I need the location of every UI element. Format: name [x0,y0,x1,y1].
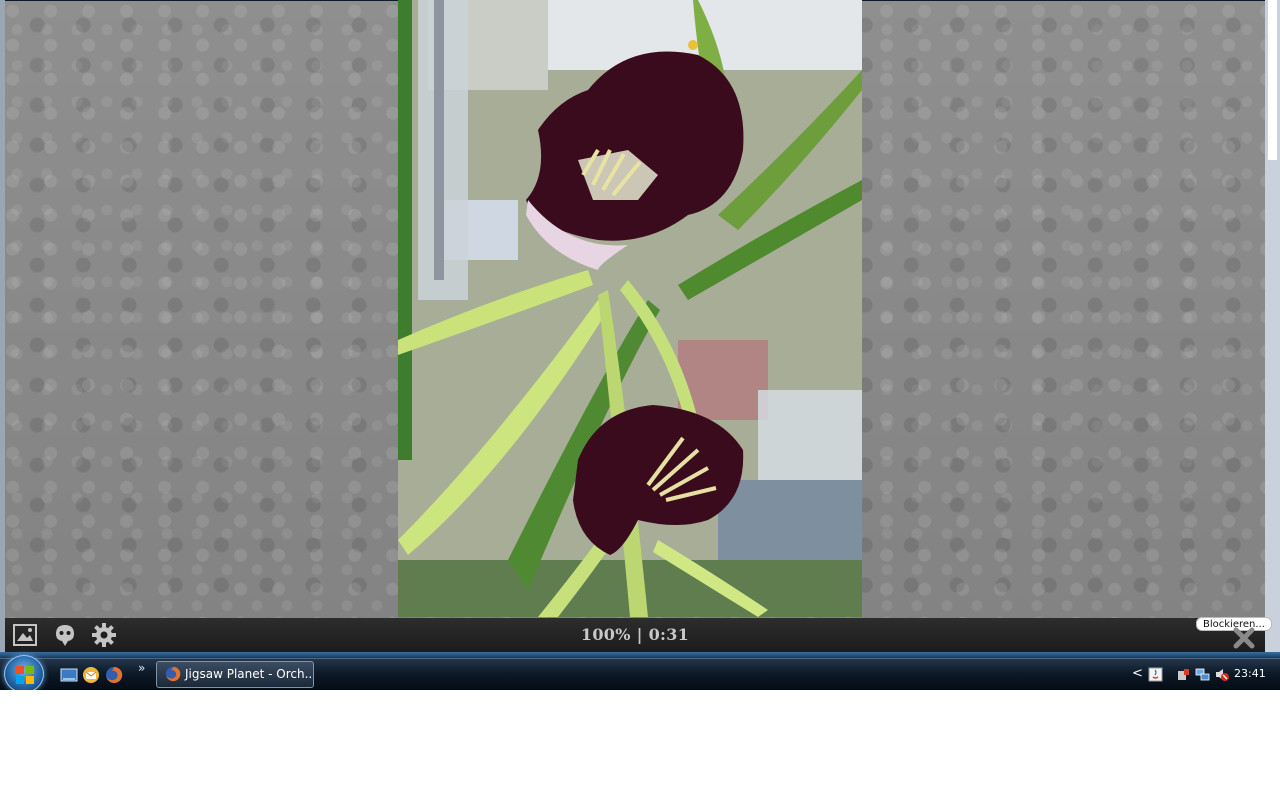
taskbar-clock[interactable]: 23:41 [1234,667,1266,680]
system-tray: < 23:41 [1128,659,1280,690]
quick-launch-more[interactable]: » [138,661,145,675]
screen: 100% | 0:31 Blockieren... » Jigsaw Plane… [0,0,1280,690]
show-desktop-icon[interactable] [60,666,78,684]
safely-remove-icon[interactable] [1176,667,1191,682]
tray-expand-arrow[interactable]: < [1132,666,1143,681]
volume-muted-icon[interactable] [1214,667,1229,682]
progress-timer-text: 100% | 0:31 [580,625,690,644]
window-frame-right [1265,0,1280,660]
close-icon[interactable] [1233,627,1255,649]
taskbar-button-jigsaw-planet[interactable]: Jigsaw Planet - Orch... [156,661,314,688]
mail-icon[interactable] [82,666,100,684]
network-icon[interactable] [1195,667,1210,682]
windows-orb-icon[interactable] [4,655,44,690]
taskbar-button-label: Jigsaw Planet - Orch... [185,667,314,681]
windows-taskbar: » Jigsaw Planet - Orch... < 23:41 [0,655,1280,690]
java-icon[interactable] [1148,667,1163,682]
orchid-photo [398,0,862,617]
jigsaw-toolbar: 100% | 0:31 Blockieren... [5,617,1272,652]
firefox-icon [165,666,181,682]
firefox-icon[interactable] [105,666,123,684]
completed-puzzle-image[interactable] [398,0,862,617]
